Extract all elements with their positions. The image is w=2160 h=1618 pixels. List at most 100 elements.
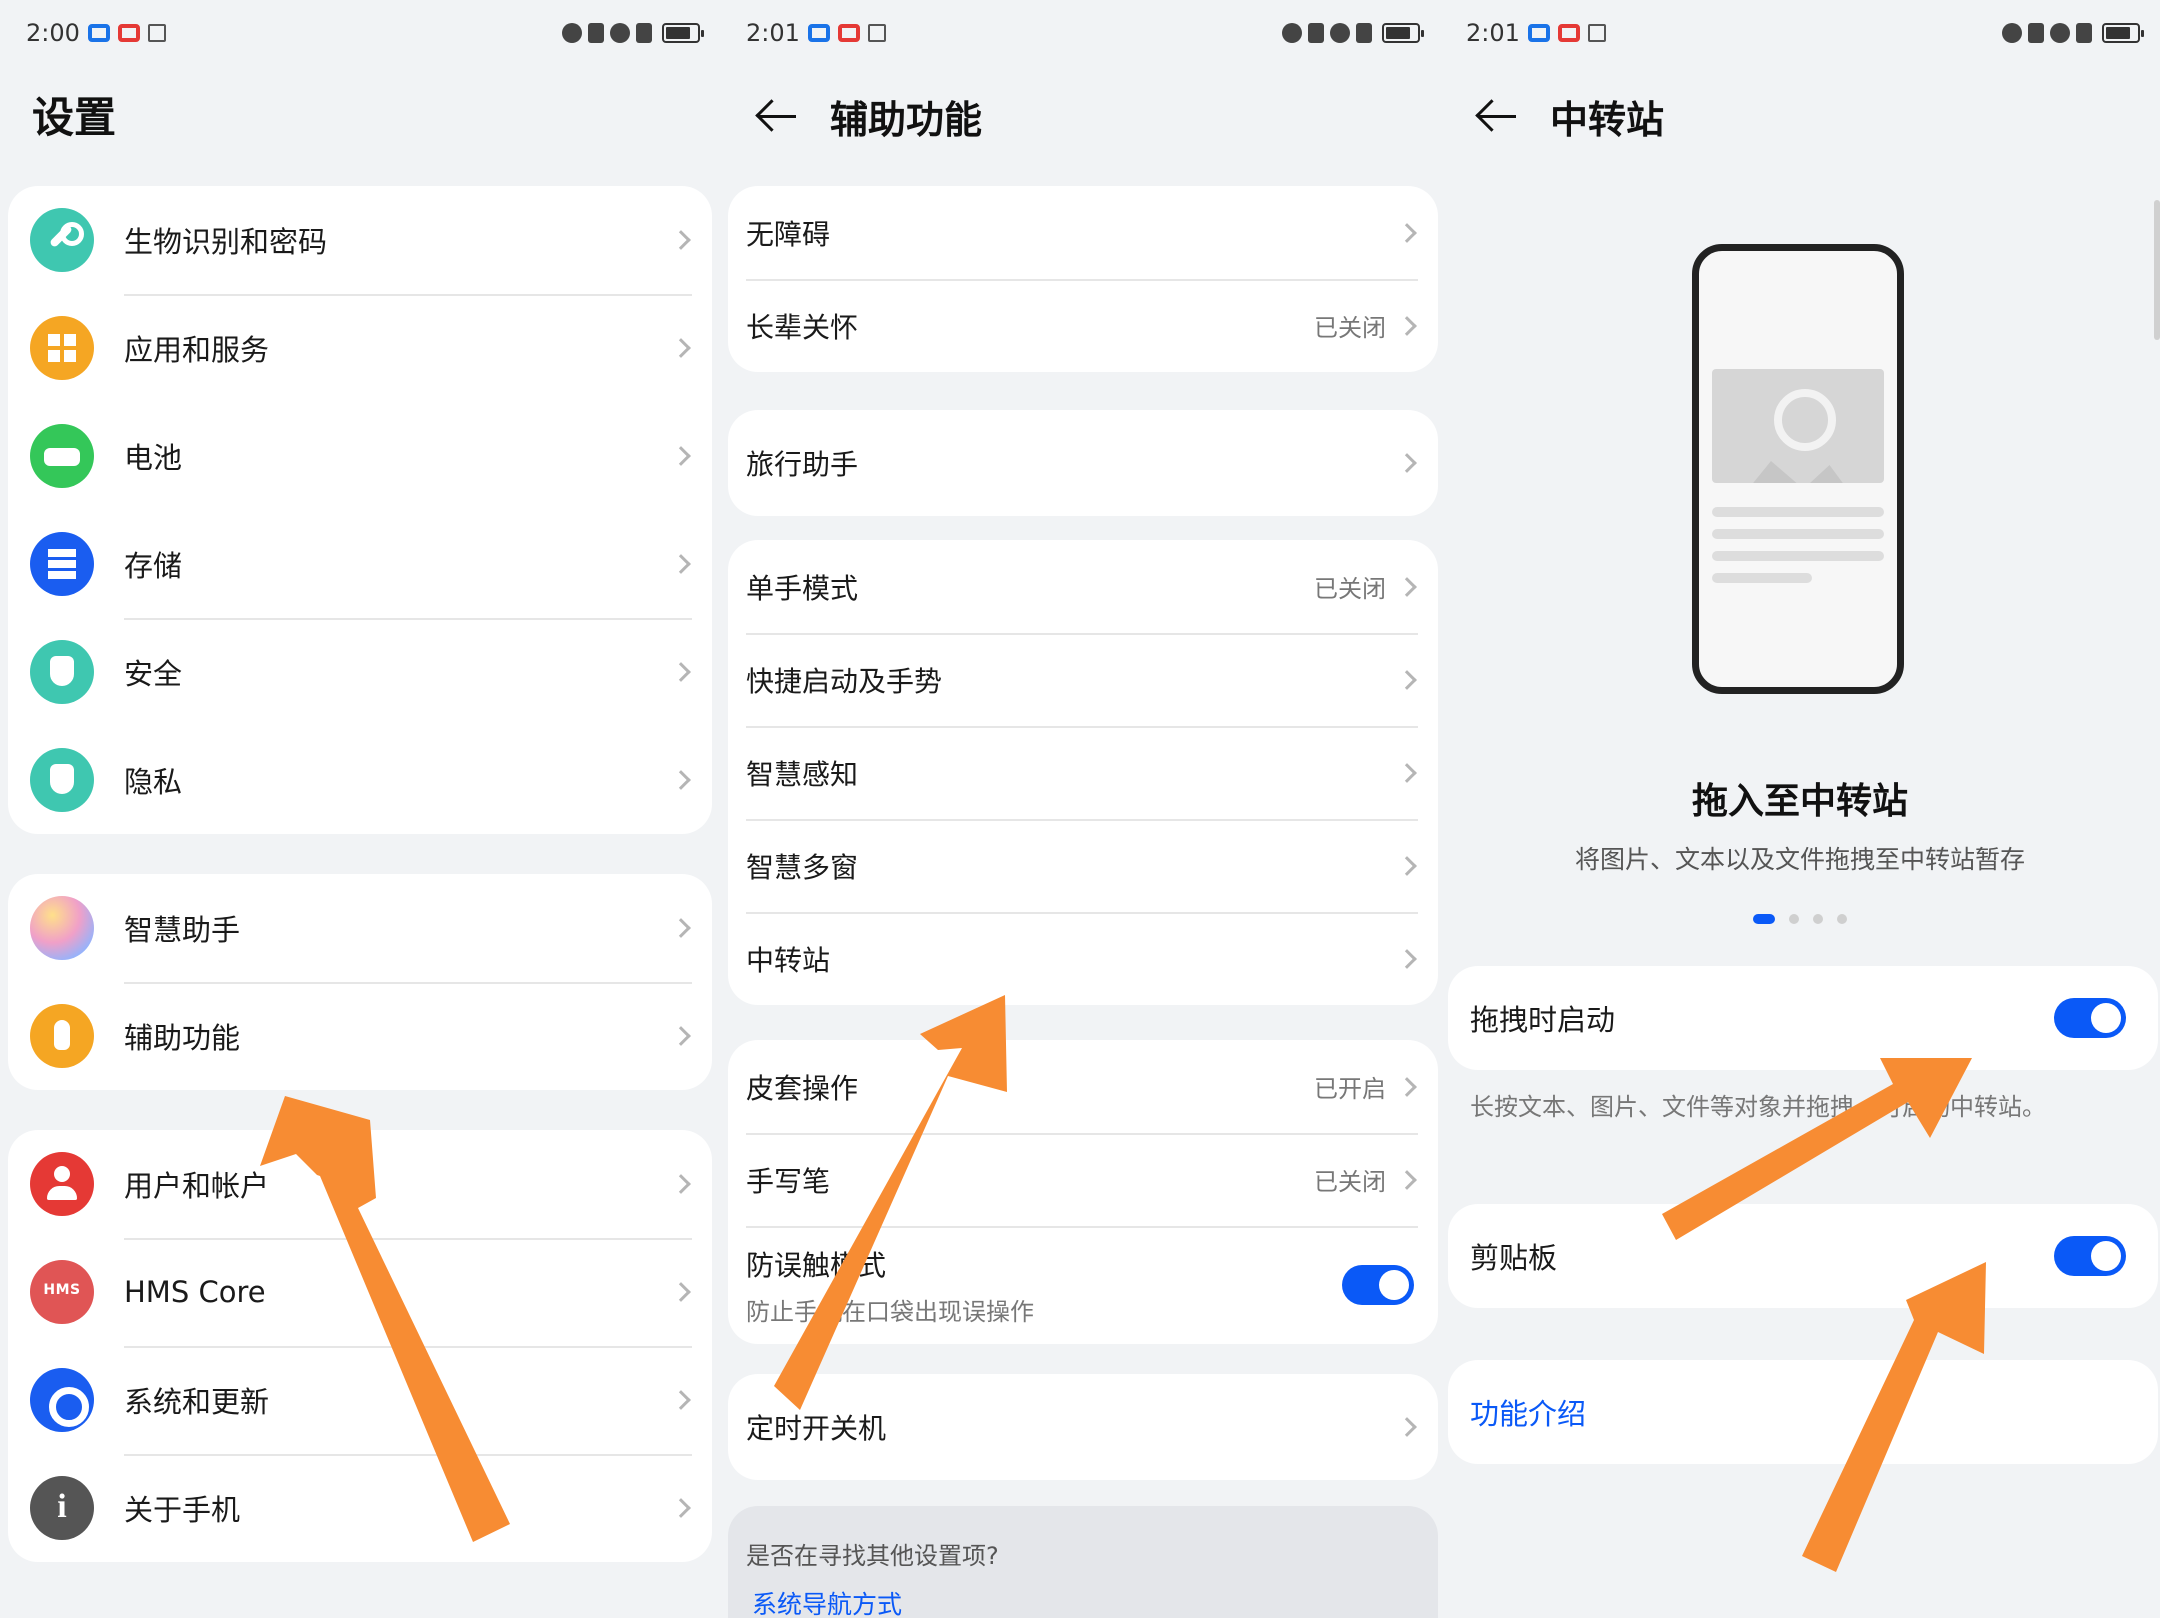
text-line [1712,573,1812,583]
drag-start-card: 拖拽时启动 [1448,966,2158,1070]
settings-item-accounts[interactable]: 用户和帐户 [8,1130,712,1238]
setting-smart-perception[interactable]: 智慧感知 [728,726,1438,819]
settings-item-about-phone[interactable]: i 关于手机 [8,1454,712,1562]
setting-stylus[interactable]: 手写笔 已关闭 [728,1133,1438,1226]
item-label: 应用和服务 [124,333,270,367]
settings-item-security[interactable]: 安全 [8,618,712,726]
chevron-right-icon [1397,576,1417,597]
feature-intro-item[interactable]: 功能介绍 [1448,1360,2158,1464]
status-bar: 2:01 [1466,16,2144,50]
accessibility-group-4: 皮套操作 已开启 手写笔 已关闭 防误触模式 防止手机在口袋出现误操作 [728,1040,1438,1344]
setting-one-hand-mode[interactable]: 单手模式 已关闭 [728,540,1438,633]
info-icon: i [30,1476,94,1540]
item-label: 单手模式 [746,571,859,605]
nfc-icon [1587,24,1606,42]
chevron-right-icon [1397,315,1417,336]
item-label: 无障碍 [746,217,831,251]
suggestion-question: 是否在寻找其他设置项? [746,1542,999,1570]
mistouch-toggle[interactable] [1342,1265,1414,1305]
item-label: 定时开关机 [746,1412,887,1445]
carousel-dot[interactable] [1813,914,1823,924]
assistant-orb-icon [30,896,94,960]
setting-travel-assistant[interactable]: 旅行助手 [728,410,1438,516]
chevron-right-icon [1397,855,1417,876]
setting-cover-operation[interactable]: 皮套操作 已开启 [728,1040,1438,1133]
chevron-right-icon [1397,948,1417,969]
feature-intro-link[interactable]: 功能介绍 [1470,1391,1586,1433]
item-label: 生物识别和密码 [124,225,328,259]
settings-group-1: 生物识别和密码 应用和服务 电池 存储 安全 隐私 [8,186,712,834]
settings-item-assistant[interactable]: 智慧助手 [8,874,712,982]
page-title: 设置 [32,93,117,142]
settings-item-privacy[interactable]: 隐私 [8,726,712,834]
text-line [1712,529,1884,539]
item-value: 已关闭 [1314,575,1386,603]
divider [124,1238,692,1240]
setting-shortcuts-gestures[interactable]: 快捷启动及手势 [728,633,1438,726]
scrollbar[interactable] [2154,200,2160,340]
privacy-lock-icon [30,748,94,812]
carousel-dot[interactable] [1789,914,1799,924]
setting-smart-multiwindow[interactable]: 智慧多窗 [728,819,1438,912]
item-label: 关于手机 [124,1493,241,1527]
back-arrow-icon[interactable] [1468,86,1528,146]
feature-title: 拖入至中转站 [1691,781,1908,822]
setting-barrier-free[interactable]: 无障碍 [728,186,1438,279]
carousel-dot[interactable] [1753,914,1775,924]
battery-icon [2102,23,2144,43]
chevron-right-icon [671,1282,691,1302]
item-value: 已关闭 [1314,314,1386,342]
status-time: 2:00 [26,19,80,47]
settings-screen: 2:00 设置 生物识别和密码 应用和服务 电池 存储 安全 隐私 智慧助手 辅… [0,0,720,1618]
chevron-right-icon [1397,1417,1417,1437]
intro-card: 功能介绍 [1448,1360,2158,1464]
page-header: 辅助功能 [748,86,982,146]
divider [746,1226,1418,1228]
sim-icon [1356,23,1372,43]
alarm-icon [1282,23,1302,43]
chevron-right-icon [671,1390,691,1410]
back-arrow-icon[interactable] [748,86,808,146]
settings-item-hms-core[interactable]: HMS HMS Core [8,1238,712,1346]
sim-icon [636,23,652,43]
settings-item-apps[interactable]: 应用和服务 [8,294,712,402]
battery-icon [662,23,704,43]
key-icon [30,208,94,272]
drag-start-toggle[interactable] [2054,998,2126,1038]
settings-item-battery[interactable]: 电池 [8,402,712,510]
carousel-dot[interactable] [1837,914,1847,924]
sim-icon [2076,23,2092,43]
setting-elder-care[interactable]: 长辈关怀 已关闭 [728,279,1438,372]
clipboard-toggle[interactable] [2054,1236,2126,1276]
settings-item-system-update[interactable]: 系统和更新 [8,1346,712,1454]
divider [746,279,1418,281]
page-header: 中转站 [1468,86,1664,146]
divider [746,726,1418,728]
settings-item-accessibility[interactable]: 辅助功能 [8,982,712,1090]
item-label: 用户和帐户 [124,1169,270,1203]
system-navigation-link[interactable]: 系统导航方式 [746,1585,1420,1618]
shield-check-icon [30,640,94,704]
carousel-indicator[interactable] [1440,914,2160,924]
chevron-right-icon [671,1498,691,1518]
bluetooth-icon [2028,23,2044,43]
chevron-right-icon [671,1174,691,1194]
search-suggestion-card: 是否在寻找其他设置项? 系统导航方式 [728,1506,1438,1618]
notification-icon [87,24,110,42]
divider [746,912,1418,914]
accessibility-group-1: 无障碍 长辈关怀 已关闭 [728,186,1438,372]
gear-icon [30,1368,94,1432]
chevron-right-icon [1397,762,1417,783]
notification-icon [117,24,140,42]
setting-drag-start[interactable]: 拖拽时启动 [1448,966,2158,1070]
accessibility-group-5: 定时开关机 [728,1374,1438,1480]
settings-item-biometrics[interactable]: 生物识别和密码 [8,186,712,294]
settings-item-storage[interactable]: 存储 [8,510,712,618]
item-label: 智慧感知 [746,757,859,791]
chevron-right-icon [671,662,691,682]
setting-clipboard[interactable]: 剪贴板 [1448,1204,2158,1308]
setting-scheduled-power[interactable]: 定时开关机 [728,1374,1438,1480]
item-label: 快捷启动及手势 [746,664,943,698]
setting-mistouch-mode: 防误触模式 防止手机在口袋出现误操作 [728,1226,1438,1344]
setting-dock-station[interactable]: 中转站 [728,912,1438,1005]
